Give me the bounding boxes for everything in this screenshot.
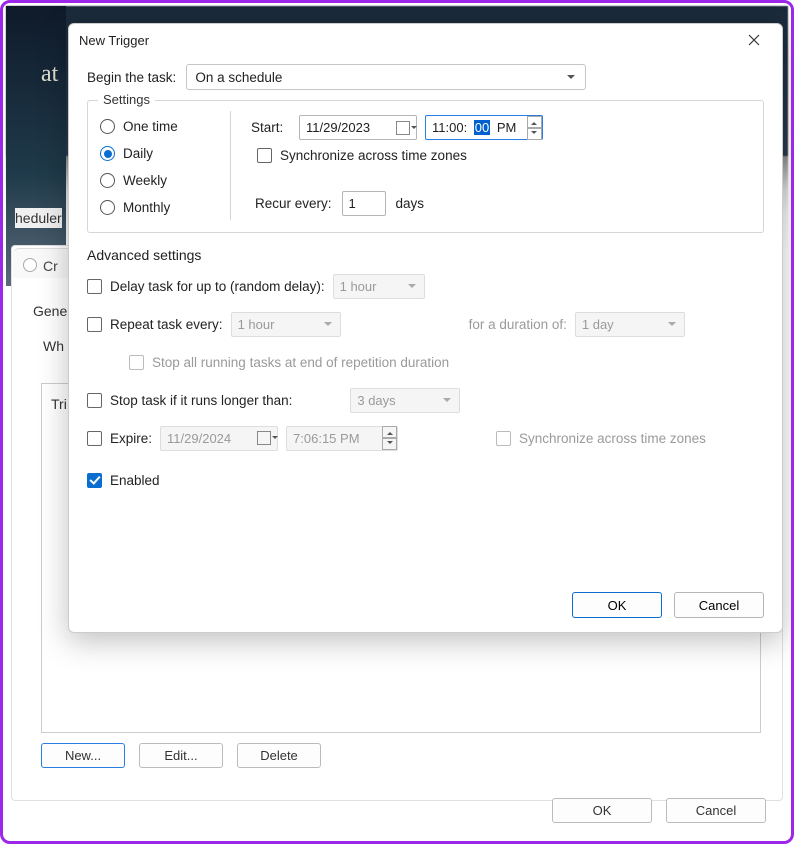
radio-weekly-label: Weekly — [123, 173, 167, 188]
expire-sync-label: Synchronize across time zones — [519, 431, 706, 446]
recur-value-field[interactable]: 1 — [342, 191, 386, 216]
recur-unit: days — [396, 196, 425, 211]
start-time-hours: 11:00: — [432, 120, 467, 135]
close-button[interactable] — [736, 26, 772, 54]
radio-monthly-label: Monthly — [123, 200, 170, 215]
radio-icon — [100, 200, 115, 215]
recur-label: Recur every: — [255, 196, 332, 211]
enabled-label: Enabled — [110, 473, 160, 488]
divider — [230, 111, 231, 220]
radio-onetime-label: One time — [123, 119, 178, 134]
start-time-seconds-selected: 00 — [474, 120, 490, 135]
bg-scheduler-text: heduler — [15, 208, 62, 228]
expire-label: Expire: — [110, 431, 152, 446]
duration-label: for a duration of: — [469, 317, 567, 332]
radio-icon — [100, 173, 115, 188]
titlebar: New Trigger — [69, 24, 782, 56]
cancel-button[interactable]: Cancel — [674, 592, 764, 618]
radio-icon — [100, 146, 115, 161]
begin-task-label: Begin the task: — [87, 70, 176, 85]
time-spinner[interactable] — [527, 116, 542, 140]
start-label: Start: — [251, 120, 291, 135]
delay-value: 1 hour — [340, 279, 377, 294]
settings-legend: Settings — [98, 92, 155, 107]
begin-task-dropdown[interactable]: On a schedule — [186, 64, 586, 90]
calendar-icon — [396, 121, 410, 135]
radio-icon — [100, 119, 115, 134]
bg-cancel-button[interactable]: Cancel — [666, 798, 766, 823]
new-trigger-dialog: New Trigger Begin the task: On a schedul… — [68, 23, 783, 633]
stop-all-label: Stop all running tasks at end of repetit… — [152, 355, 449, 370]
expire-time-value: 7:06:15 PM — [293, 431, 360, 446]
bg-cr-label: Cr — [43, 258, 58, 274]
delay-checkbox[interactable] — [87, 279, 102, 294]
start-time-field[interactable]: 11:00: 00 PM — [425, 115, 543, 140]
expire-sync-checkbox — [496, 431, 511, 446]
enabled-checkbox[interactable] — [87, 473, 102, 488]
start-time-ampm: PM — [497, 120, 517, 135]
settings-group: Settings One time Daily Week — [87, 100, 764, 233]
stop-longer-checkbox[interactable] — [87, 393, 102, 408]
repeat-checkbox[interactable] — [87, 317, 102, 332]
repeat-dropdown[interactable]: 1 hour — [231, 312, 341, 337]
expire-checkbox[interactable] — [87, 431, 102, 446]
close-icon — [748, 34, 760, 46]
expire-date-field[interactable]: 11/29/2024 — [160, 426, 278, 451]
recur-value: 1 — [349, 196, 356, 211]
radio-monthly[interactable]: Monthly — [100, 200, 210, 215]
bg-at-text: at — [41, 61, 58, 88]
begin-task-value: On a schedule — [195, 70, 282, 85]
time-spinner[interactable] — [382, 426, 397, 450]
bg-ok-button[interactable]: OK — [552, 798, 652, 823]
bg-delete-button[interactable]: Delete — [237, 743, 321, 768]
radio-daily[interactable]: Daily — [100, 146, 210, 161]
expire-date-value: 11/29/2024 — [167, 431, 231, 446]
bg-dark-panel — [6, 6, 66, 286]
sync-tz-checkbox[interactable] — [257, 148, 272, 163]
advanced-settings-heading: Advanced settings — [87, 247, 764, 263]
dialog-title: New Trigger — [79, 33, 149, 48]
delay-label: Delay task for up to (random delay): — [110, 279, 325, 294]
bg-tri-label: Tri — [51, 396, 67, 412]
start-date-value: 11/29/2023 — [306, 120, 370, 135]
repeat-value: 1 hour — [238, 317, 275, 332]
stop-all-checkbox — [129, 355, 144, 370]
bg-edit-button[interactable]: Edit... — [139, 743, 223, 768]
calendar-icon — [257, 431, 271, 445]
radio-weekly[interactable]: Weekly — [100, 173, 210, 188]
bg-general-tab: Gene — [33, 303, 67, 319]
sync-tz-label: Synchronize across time zones — [280, 148, 467, 163]
bg-new-button[interactable]: New... — [41, 743, 125, 768]
radio-daily-label: Daily — [123, 146, 153, 161]
delay-dropdown[interactable]: 1 hour — [333, 274, 425, 299]
duration-dropdown[interactable]: 1 day — [575, 312, 685, 337]
stop-longer-value: 3 days — [357, 393, 395, 408]
repeat-label: Repeat task every: — [110, 317, 223, 332]
ok-button[interactable]: OK — [572, 592, 662, 618]
bg-when-label: Wh — [43, 338, 64, 354]
clock-icon — [23, 258, 37, 272]
radio-onetime[interactable]: One time — [100, 119, 210, 134]
start-date-field[interactable]: 11/29/2023 — [299, 115, 417, 140]
stop-longer-dropdown[interactable]: 3 days — [350, 388, 460, 413]
expire-time-field[interactable]: 7:06:15 PM — [286, 426, 398, 451]
stop-longer-label: Stop task if it runs longer than: — [110, 393, 292, 408]
duration-value: 1 day — [582, 317, 614, 332]
